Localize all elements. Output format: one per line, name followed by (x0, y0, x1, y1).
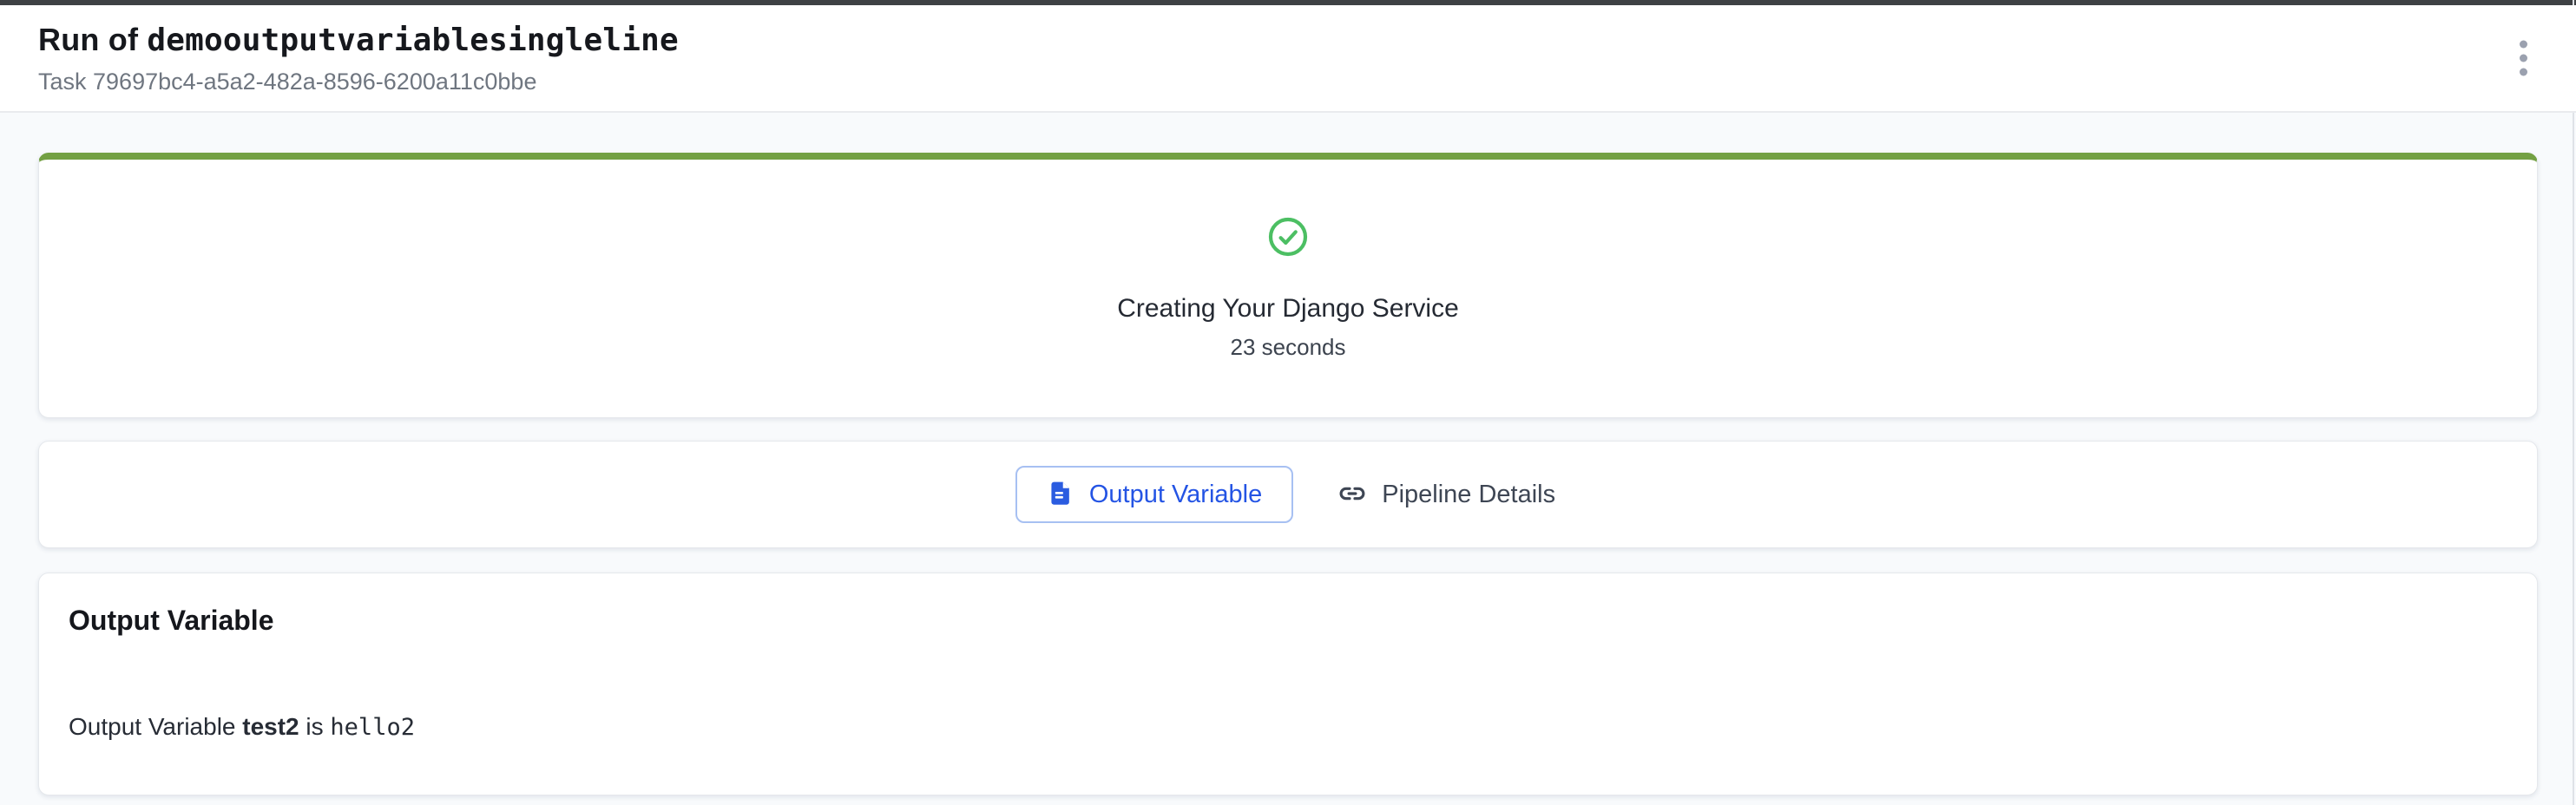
tab-pipeline-details-label: Pipeline Details (1382, 481, 1555, 509)
tab-output-variable-label: Output Variable (1089, 481, 1262, 509)
kebab-menu-button[interactable] (2513, 34, 2534, 83)
check-circle-icon (1267, 216, 1309, 258)
output-line-middle: is (299, 713, 331, 740)
run-header: Run of demooutputvariablesingleline Task… (0, 5, 2576, 113)
tab-bar: Output Variable Pipeline Details (38, 441, 2538, 548)
page-title-prefix: Run of (38, 22, 147, 57)
tab-pipeline-details[interactable]: Pipeline Details (1331, 478, 1561, 512)
output-variable-section: Output Variable Output Variable test2 is… (38, 573, 2538, 795)
kebab-dot (2520, 55, 2527, 62)
task-id: Task 79697bc4-a5a2-482a-8596-6200a11c0bb… (38, 69, 2527, 95)
status-duration: 23 seconds (1231, 334, 1346, 361)
page-title-run-name: demooutputvariablesingleline (147, 23, 678, 58)
document-icon (1047, 480, 1074, 509)
kebab-dot (2520, 69, 2527, 76)
status-card: Creating Your Django Service 23 seconds (38, 153, 2538, 418)
output-variable-value: hello2 (330, 714, 415, 741)
kebab-dot (2520, 41, 2527, 49)
panel-right-border (2573, 0, 2574, 805)
output-variable-heading: Output Variable (69, 605, 2507, 637)
link-icon (1337, 478, 1368, 512)
output-line-prefix: Output Variable (69, 713, 242, 740)
status-title: Creating Your Django Service (1117, 294, 1459, 324)
output-variable-line: Output Variable test2 is hello2 (69, 713, 2507, 741)
output-variable-name: test2 (242, 713, 299, 740)
page-title: Run of demooutputvariablesingleline (38, 22, 2527, 58)
tab-output-variable[interactable]: Output Variable (1015, 466, 1293, 523)
run-content: Creating Your Django Service 23 seconds … (0, 153, 2576, 795)
